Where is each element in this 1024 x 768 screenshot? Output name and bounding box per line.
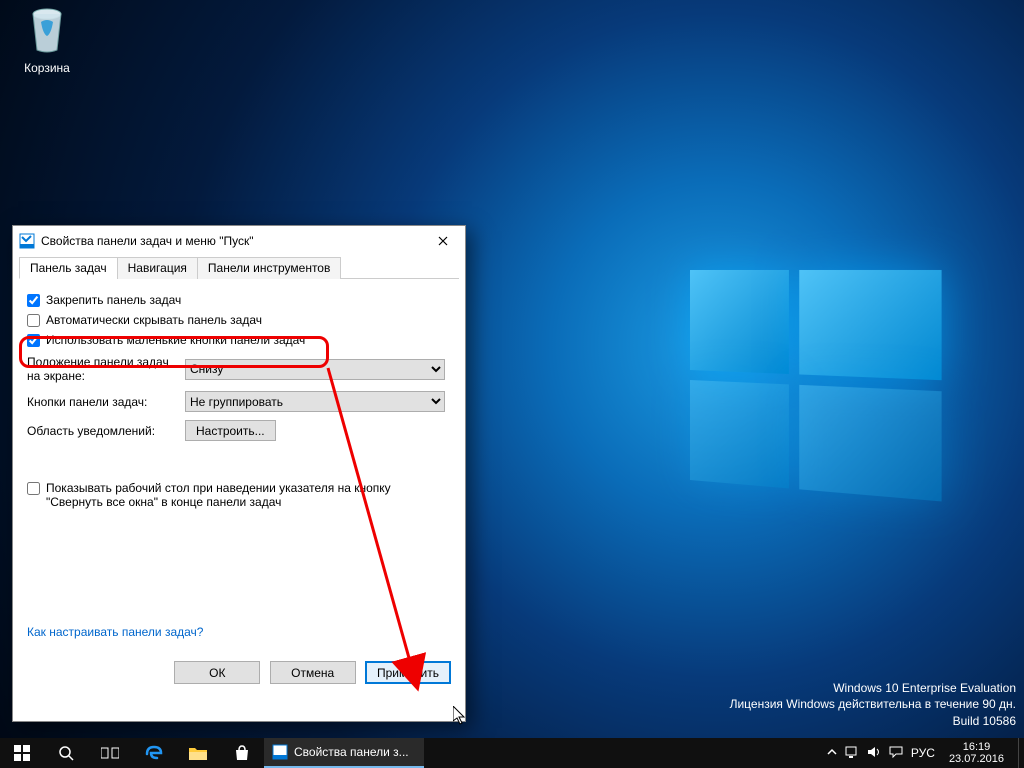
- checkbox-small-buttons-input[interactable]: [27, 334, 40, 347]
- tab-navigation[interactable]: Навигация: [117, 257, 198, 279]
- tab-taskbar[interactable]: Панель задач: [19, 257, 118, 279]
- checkbox-autohide-input[interactable]: [27, 314, 40, 327]
- search-button[interactable]: [44, 738, 88, 768]
- action-center-icon[interactable]: [889, 746, 903, 761]
- dialog-icon: [19, 233, 35, 249]
- checkbox-autohide[interactable]: Автоматически скрывать панель задач: [27, 313, 451, 327]
- apply-button[interactable]: Применить: [365, 661, 451, 684]
- cancel-button[interactable]: Отмена: [270, 661, 356, 684]
- volume-icon[interactable]: [867, 746, 881, 761]
- checkbox-peek[interactable]: Показывать рабочий стол при наведении ук…: [27, 481, 427, 509]
- checkbox-small-buttons[interactable]: Использовать маленькие кнопки панели зад…: [27, 333, 451, 347]
- recycle-bin-label: Корзина: [12, 61, 82, 75]
- store-icon: [234, 745, 250, 761]
- dialog-tabs: Панель задач Навигация Панели инструмент…: [19, 256, 459, 279]
- dialog-titlebar[interactable]: Свойства панели задач и меню "Пуск": [13, 226, 465, 256]
- language-indicator[interactable]: РУС: [911, 746, 935, 760]
- help-link[interactable]: Как настраивать панели задач?: [27, 625, 203, 639]
- store-button[interactable]: [220, 738, 264, 768]
- taskbar-task-properties[interactable]: Свойства панели з...: [264, 738, 424, 768]
- combine-select[interactable]: Не группировать: [185, 391, 445, 412]
- task-view-button[interactable]: [88, 738, 132, 768]
- show-desktop-button[interactable]: [1018, 738, 1024, 768]
- close-button[interactable]: [420, 226, 465, 256]
- recycle-bin-desktop-icon[interactable]: Корзина: [12, 6, 82, 75]
- system-tray: РУС 16:19 23.07.2016: [819, 738, 1018, 768]
- network-icon[interactable]: [845, 746, 859, 761]
- position-select[interactable]: Снизу: [185, 359, 445, 380]
- edge-icon: [145, 744, 163, 762]
- task-view-icon: [101, 746, 119, 760]
- taskbar-properties-dialog: Свойства панели задач и меню "Пуск" Пане…: [12, 225, 466, 722]
- desktop[interactable]: Корзина Свойства панели задач и меню "Пу…: [0, 0, 1024, 768]
- checkbox-peek-input[interactable]: [27, 482, 40, 495]
- clock[interactable]: 16:19 23.07.2016: [943, 741, 1010, 765]
- file-explorer-button[interactable]: [176, 738, 220, 768]
- customize-button[interactable]: Настроить...: [185, 420, 276, 441]
- tab-toolbars[interactable]: Панели инструментов: [197, 257, 341, 279]
- combine-label: Кнопки панели задач:: [27, 395, 185, 409]
- search-icon: [58, 745, 74, 761]
- windows-start-icon: [14, 745, 30, 761]
- recycle-bin-icon: [27, 6, 67, 54]
- folder-icon: [189, 746, 207, 760]
- ok-button[interactable]: ОК: [174, 661, 260, 684]
- taskbar-properties-icon: [272, 744, 288, 760]
- windows-watermark: Windows 10 Enterprise Evaluation Лицензи…: [730, 680, 1016, 730]
- taskbar: Свойства панели з... РУС 16:19 23.07.201…: [0, 738, 1024, 768]
- notification-label: Область уведомлений:: [27, 424, 185, 438]
- close-icon: [438, 236, 448, 246]
- dialog-title: Свойства панели задач и меню "Пуск": [41, 234, 254, 248]
- checkbox-lock-taskbar[interactable]: Закрепить панель задач: [27, 293, 451, 307]
- edge-browser-button[interactable]: [132, 738, 176, 768]
- tray-chevron-icon[interactable]: [827, 746, 837, 760]
- start-button[interactable]: [0, 738, 44, 768]
- position-label: Положение панели задач на экране:: [27, 355, 185, 383]
- checkbox-lock-input[interactable]: [27, 294, 40, 307]
